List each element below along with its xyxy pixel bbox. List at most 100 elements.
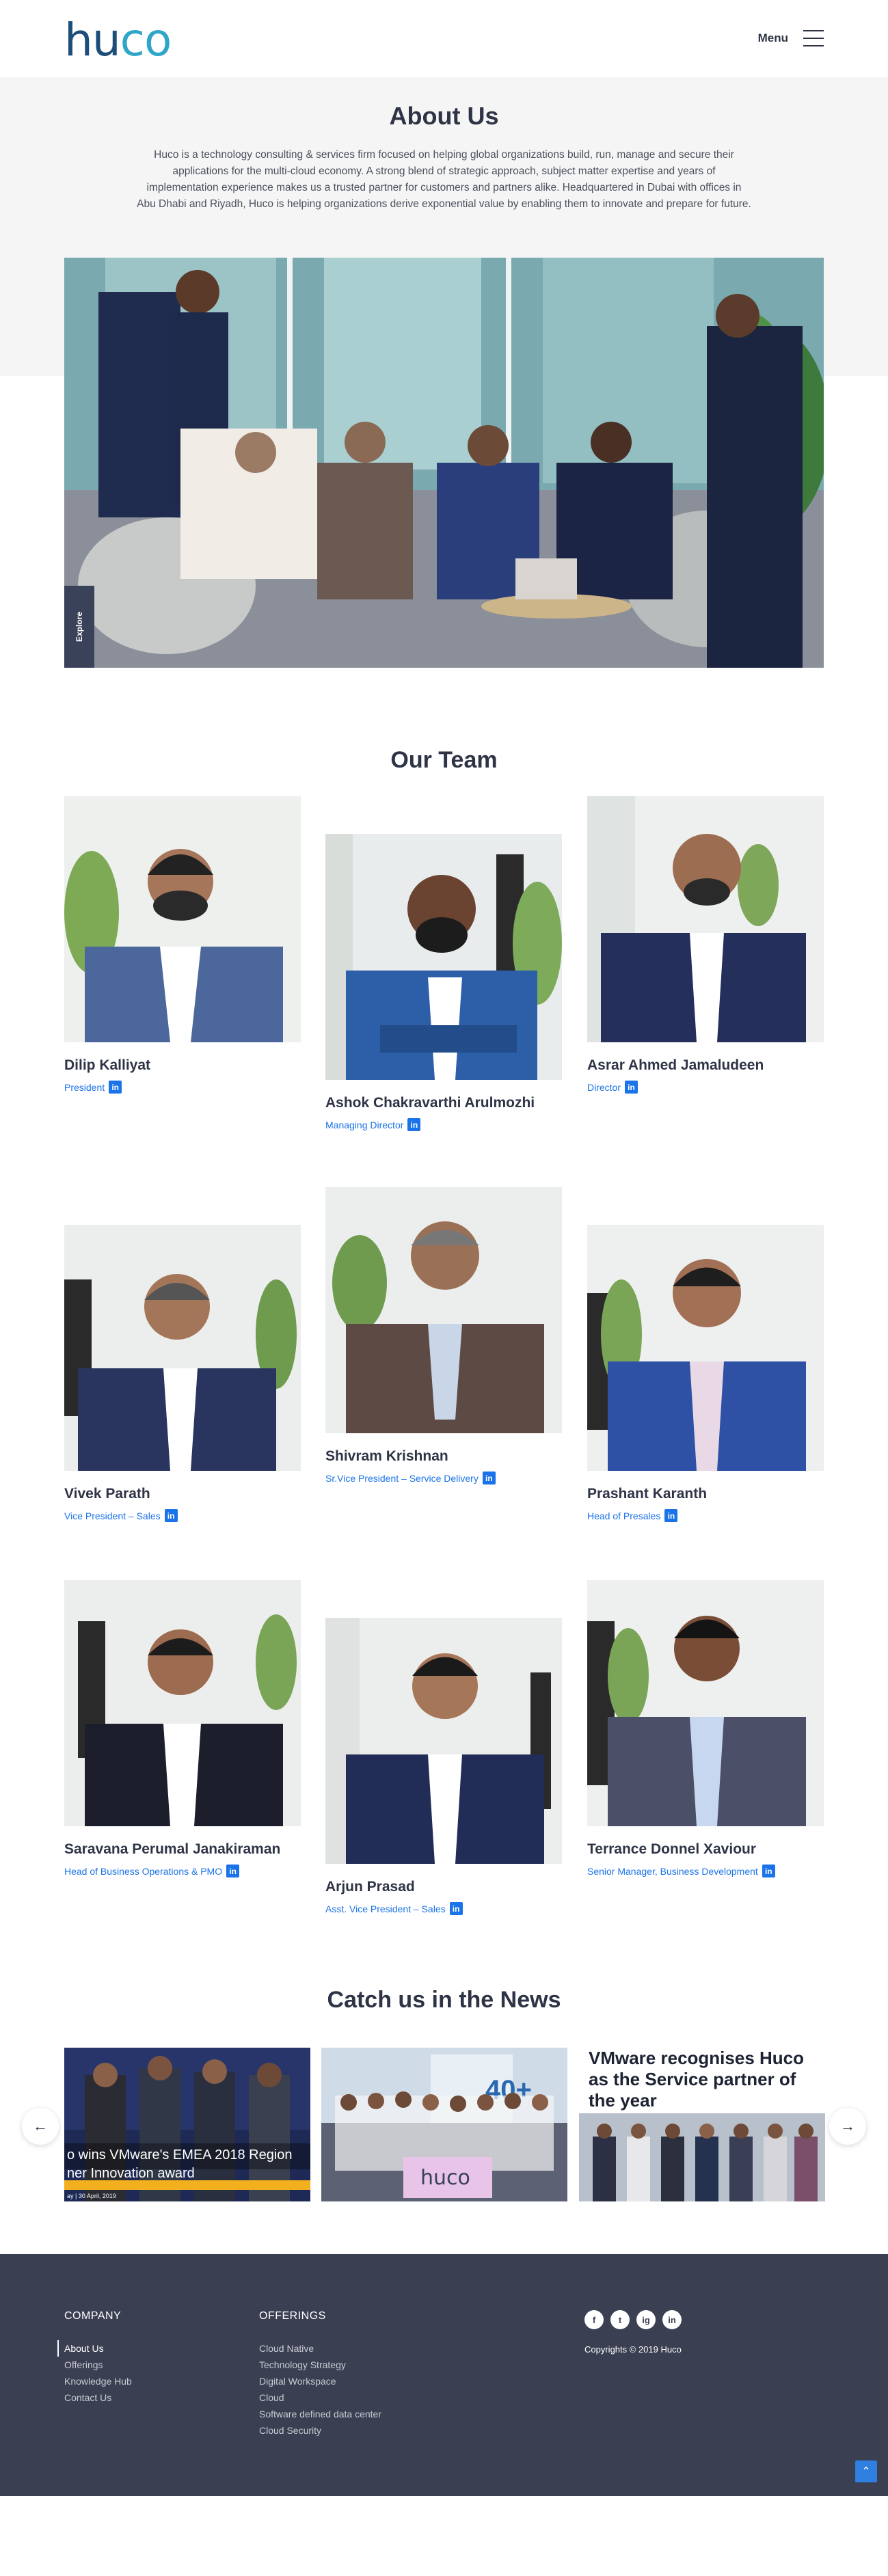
news-date: ay | 30 April, 2019 xyxy=(67,2193,116,2199)
team-member-card: Saravana Perumal Janakiraman Head of Bus… xyxy=(64,1580,301,1877)
logo-dark-text: hu xyxy=(64,14,121,66)
member-role: Head of Business Operations & PMO in xyxy=(64,1865,301,1877)
member-photo xyxy=(325,834,562,1080)
team-member-card: Prashant Karanth Head of Presales in xyxy=(587,1225,824,1522)
footer-link-offerings[interactable]: Offerings xyxy=(64,2357,132,2373)
linkedin-icon[interactable]: in xyxy=(664,1509,678,1522)
member-role-text: Senior Manager, Business Development xyxy=(587,1865,758,1877)
member-role: Senior Manager, Business Development in xyxy=(587,1865,824,1877)
team-meeting-photo xyxy=(64,258,824,668)
member-photo xyxy=(64,1225,301,1471)
member-role-text: Managing Director xyxy=(325,1119,404,1130)
news-carousel: ← o wins VMware's EMEA 2018 Region ner I… xyxy=(0,2048,888,2205)
copyright-text: Copyrights © 2019 Huco xyxy=(584,2344,682,2355)
linkedin-icon[interactable]: in xyxy=(762,1865,775,1877)
footer-link-contact-us[interactable]: Contact Us xyxy=(64,2389,132,2406)
team-member-card: Ashok Chakravarthi Arulmozhi Managing Di… xyxy=(325,834,562,1131)
team-member-card: Dilip Kalliyat President in xyxy=(64,796,301,1094)
member-photo xyxy=(587,1225,824,1471)
hamburger-icon xyxy=(803,30,824,46)
linkedin-icon[interactable]: in xyxy=(482,1472,496,1484)
member-name: Prashant Karanth xyxy=(587,1486,708,1502)
news-caption-line1: o wins VMware's EMEA 2018 Region xyxy=(67,2147,293,2163)
hero-image: Explore xyxy=(64,258,824,668)
site-header: huco Menu xyxy=(0,0,888,77)
linkedin-icon[interactable]: in xyxy=(226,1865,240,1877)
member-role-text: Head of Business Operations & PMO xyxy=(64,1865,223,1877)
carousel-prev-button[interactable]: ← xyxy=(22,2108,59,2145)
member-photo xyxy=(587,796,824,1042)
social-links: f t ig in xyxy=(584,2310,682,2329)
news-card[interactable]: o wins VMware's EMEA 2018 Region ner Inn… xyxy=(64,2048,310,2201)
linkedin-icon[interactable]: in xyxy=(449,1902,463,1915)
about-description: Huco is a technology consulting & servic… xyxy=(137,149,751,210)
member-role: Vice President – Sales in xyxy=(64,1509,301,1522)
member-photo xyxy=(587,1580,824,1826)
news-sign: huco xyxy=(420,2166,470,2190)
linkedin-icon[interactable]: in xyxy=(407,1118,421,1131)
news-section: Catch us in the News ← o wins VMware's E… xyxy=(0,1987,888,2205)
member-photo xyxy=(325,1618,562,1864)
member-role: Asst. Vice President – Sales in xyxy=(325,1902,562,1915)
footer-link-about-us[interactable]: About Us xyxy=(57,2340,132,2357)
news-card[interactable]: 40+ huco xyxy=(321,2048,567,2201)
member-role: Head of Presales in xyxy=(587,1509,824,1522)
team-member-card: Asrar Ahmed Jamaludeen Director in xyxy=(587,796,824,1094)
explore-tag[interactable]: Explore xyxy=(64,586,94,668)
member-role-text: Vice President – Sales xyxy=(64,1510,161,1521)
footer-company-column: COMPANY About Us Offerings Knowledge Hub… xyxy=(57,2310,132,2406)
footer-link-digital-workspace[interactable]: Digital Workspace xyxy=(259,2373,381,2389)
team-member-card: Shivram Krishnan Sr.Vice President – Ser… xyxy=(325,1187,562,1484)
team-member-card: Terrance Donnel Xaviour Senior Manager, … xyxy=(587,1580,824,1877)
about-title: About Us xyxy=(389,102,499,130)
site-footer: COMPANY About Us Offerings Knowledge Hub… xyxy=(0,2254,888,2496)
footer-link-cloud[interactable]: Cloud xyxy=(259,2389,381,2406)
carousel-next-button[interactable]: → xyxy=(829,2108,866,2145)
member-photo xyxy=(325,1187,562,1433)
news-title: Catch us in the News xyxy=(327,1987,561,2013)
news-card[interactable]: VMware recognises Huco as the Service pa… xyxy=(579,2048,825,2201)
about-section: About Us Huco is a technology consulting… xyxy=(0,77,888,668)
member-role-text: President xyxy=(64,1081,105,1093)
huco-logo[interactable]: huco xyxy=(64,18,172,63)
team-member-card: Arjun Prasad Asst. Vice President – Sale… xyxy=(325,1618,562,1915)
member-name: Ashok Chakravarthi Arulmozhi xyxy=(325,1095,535,1111)
twitter-icon[interactable]: t xyxy=(610,2310,630,2329)
member-role-text: Asst. Vice President – Sales xyxy=(325,1903,446,1914)
linkedin-icon[interactable]: in xyxy=(662,2310,682,2329)
member-name: Asrar Ahmed Jamaludeen xyxy=(587,1057,764,1073)
footer-link-sddc[interactable]: Software defined data center xyxy=(259,2406,381,2422)
linkedin-icon[interactable]: in xyxy=(109,1081,122,1094)
footer-company-heading: COMPANY xyxy=(64,2310,122,2322)
member-name: Saravana Perumal Janakiraman xyxy=(64,1841,281,1857)
member-name: Shivram Krishnan xyxy=(325,1448,448,1464)
team-grid: Dilip Kalliyat President in Ashok Chakrav… xyxy=(64,796,824,1931)
menu-button[interactable]: Menu xyxy=(758,30,824,46)
logo-accent-text: co xyxy=(120,14,172,66)
member-role: President in xyxy=(64,1081,301,1094)
footer-link-technology-strategy[interactable]: Technology Strategy xyxy=(259,2357,381,2373)
member-role-text: Director xyxy=(587,1081,621,1093)
menu-label: Menu xyxy=(757,31,788,44)
linkedin-icon[interactable]: in xyxy=(164,1509,178,1522)
member-role-text: Head of Presales xyxy=(587,1510,661,1521)
member-role: Director in xyxy=(587,1081,824,1094)
news-caption-line2: ner Innovation award xyxy=(67,2166,195,2181)
member-photo xyxy=(64,1580,301,1826)
footer-offerings-heading: OFFERINGS xyxy=(259,2310,326,2322)
member-name: Vivek Parath xyxy=(64,1486,150,1502)
footer-offerings-column: OFFERINGS Cloud Native Technology Strate… xyxy=(259,2310,381,2439)
footer-link-cloud-native[interactable]: Cloud Native xyxy=(259,2340,381,2357)
facebook-icon[interactable]: f xyxy=(584,2310,604,2329)
member-role: Sr.Vice President – Service Delivery in xyxy=(325,1472,562,1484)
scroll-to-top-button[interactable]: ⌃ xyxy=(855,2460,877,2482)
member-name: Dilip Kalliyat xyxy=(64,1057,151,1073)
partner-award-photo xyxy=(579,2113,825,2201)
member-photo xyxy=(64,796,301,1042)
linkedin-icon[interactable]: in xyxy=(625,1081,638,1094)
award-photo: o wins VMware's EMEA 2018 Region ner Inn… xyxy=(64,2048,310,2201)
member-name: Terrance Donnel Xaviour xyxy=(587,1841,757,1857)
footer-link-cloud-security[interactable]: Cloud Security xyxy=(259,2422,381,2439)
instagram-icon[interactable]: ig xyxy=(636,2310,656,2329)
footer-link-knowledge-hub[interactable]: Knowledge Hub xyxy=(64,2373,132,2389)
